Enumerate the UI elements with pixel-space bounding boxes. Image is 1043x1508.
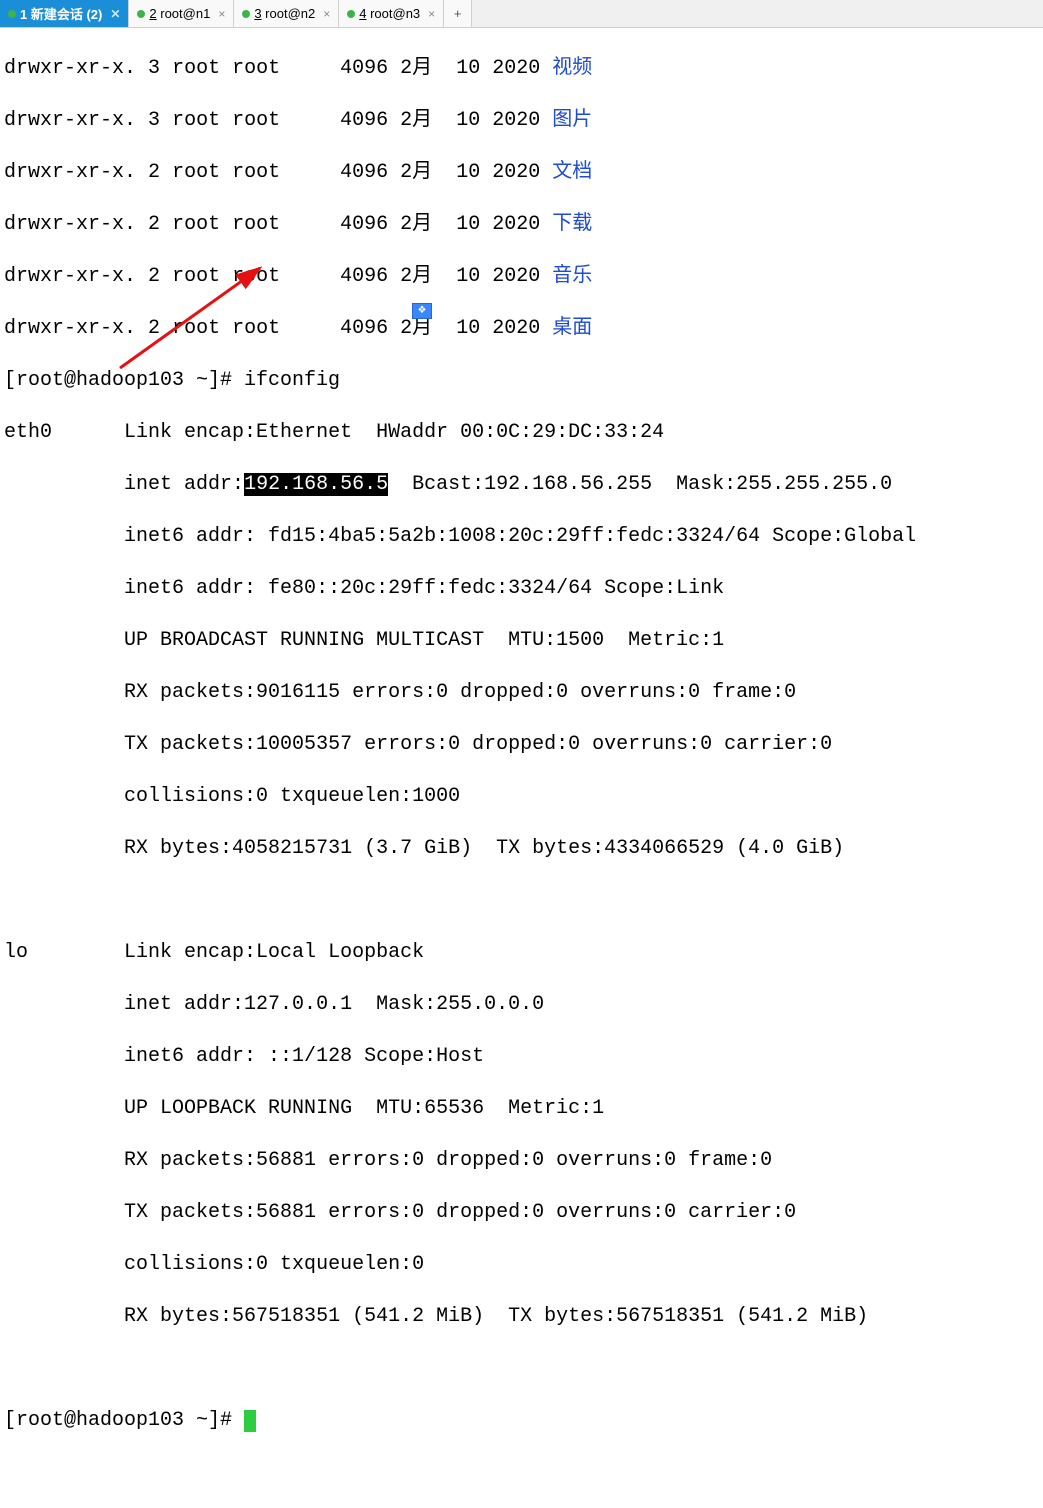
tab-root-n3[interactable]: 4 root@n3 ×	[339, 0, 444, 27]
cursor-icon	[244, 1410, 256, 1432]
ls-row: drwxr-xr-x. 2 root root 4096 2月 10 2020 …	[4, 264, 1039, 290]
tab-label: 4 root@n3	[359, 6, 420, 21]
tab-label: 3 root@n2	[254, 6, 315, 21]
ifconfig-line: collisions:0 txqueuelen:1000	[4, 784, 1039, 810]
prompt: [root@hadoop103 ~]#	[4, 369, 244, 392]
ifconfig-line: collisions:0 txqueuelen:0	[4, 1252, 1039, 1278]
dir-name: 桌面	[552, 317, 592, 340]
tab-label: 1 新建会话 (2)	[20, 4, 102, 23]
status-dot-icon	[347, 10, 355, 18]
ls-row: drwxr-xr-x. 2 root root 4096 2月 10 2020 …	[4, 212, 1039, 238]
dir-name: 下载	[552, 213, 592, 236]
ifconfig-lo: lo Link encap:Local Loopback	[4, 940, 1039, 966]
dir-name: 文档	[552, 161, 592, 184]
ifconfig-line: TX packets:10005357 errors:0 dropped:0 o…	[4, 732, 1039, 758]
status-dot-icon	[8, 10, 16, 18]
ifconfig-line: RX packets:56881 errors:0 dropped:0 over…	[4, 1148, 1039, 1174]
tab-label: 2 root@n1	[149, 6, 210, 21]
close-icon[interactable]: ×	[218, 7, 225, 21]
close-icon[interactable]: ✕	[110, 7, 120, 21]
status-dot-icon	[242, 10, 250, 18]
highlighted-ip: 192.168.56.5	[244, 473, 388, 496]
tab-session-1[interactable]: 1 新建会话 (2) ✕	[0, 0, 129, 27]
dir-name: 音乐	[552, 265, 592, 288]
close-icon[interactable]: ×	[323, 7, 330, 21]
ls-row: drwxr-xr-x. 2 root root 4096 2月 10 2020 …	[4, 316, 1039, 342]
prompt-line: [root@hadoop103 ~]# ifconfig	[4, 368, 1039, 394]
status-dot-icon	[137, 10, 145, 18]
ifconfig-line: UP BROADCAST RUNNING MULTICAST MTU:1500 …	[4, 628, 1039, 654]
command: ifconfig	[244, 369, 340, 392]
ifconfig-line: inet6 addr: fd15:4ba5:5a2b:1008:20c:29ff…	[4, 524, 1039, 550]
ls-row: drwxr-xr-x. 3 root root 4096 2月 10 2020 …	[4, 56, 1039, 82]
ifconfig-line: UP LOOPBACK RUNNING MTU:65536 Metric:1	[4, 1096, 1039, 1122]
new-tab-button[interactable]: +	[444, 0, 472, 27]
ifconfig-line: inet addr:192.168.56.5 Bcast:192.168.56.…	[4, 472, 1039, 498]
annotation-marker-icon: ❖	[412, 303, 432, 319]
blank-line	[4, 1356, 1039, 1382]
ls-row: drwxr-xr-x. 3 root root 4096 2月 10 2020 …	[4, 108, 1039, 134]
prompt: [root@hadoop103 ~]#	[4, 1409, 244, 1432]
dir-name: 图片	[552, 109, 592, 132]
ifconfig-line: RX packets:9016115 errors:0 dropped:0 ov…	[4, 680, 1039, 706]
tab-root-n1[interactable]: 2 root@n1 ×	[129, 0, 234, 27]
ifconfig-line: TX packets:56881 errors:0 dropped:0 over…	[4, 1200, 1039, 1226]
prompt-line: [root@hadoop103 ~]#	[4, 1408, 1039, 1434]
ifconfig-line: RX bytes:567518351 (541.2 MiB) TX bytes:…	[4, 1304, 1039, 1330]
ifconfig-eth0: eth0 Link encap:Ethernet HWaddr 00:0C:29…	[4, 420, 1039, 446]
blank-line	[4, 888, 1039, 914]
tab-bar: 1 新建会话 (2) ✕ 2 root@n1 × 3 root@n2 × 4 r…	[0, 0, 1043, 28]
dir-name: 视频	[552, 57, 592, 80]
ifconfig-line: inet6 addr: ::1/128 Scope:Host	[4, 1044, 1039, 1070]
ls-row: drwxr-xr-x. 2 root root 4096 2月 10 2020 …	[4, 160, 1039, 186]
ifconfig-line: inet6 addr: fe80::20c:29ff:fedc:3324/64 …	[4, 576, 1039, 602]
close-icon[interactable]: ×	[428, 7, 435, 21]
ifconfig-line: inet addr:127.0.0.1 Mask:255.0.0.0	[4, 992, 1039, 1018]
ifconfig-line: RX bytes:4058215731 (3.7 GiB) TX bytes:4…	[4, 836, 1039, 862]
tab-root-n2[interactable]: 3 root@n2 ×	[234, 0, 339, 27]
terminal-output[interactable]: drwxr-xr-x. 3 root root 4096 2月 10 2020 …	[0, 28, 1043, 1508]
